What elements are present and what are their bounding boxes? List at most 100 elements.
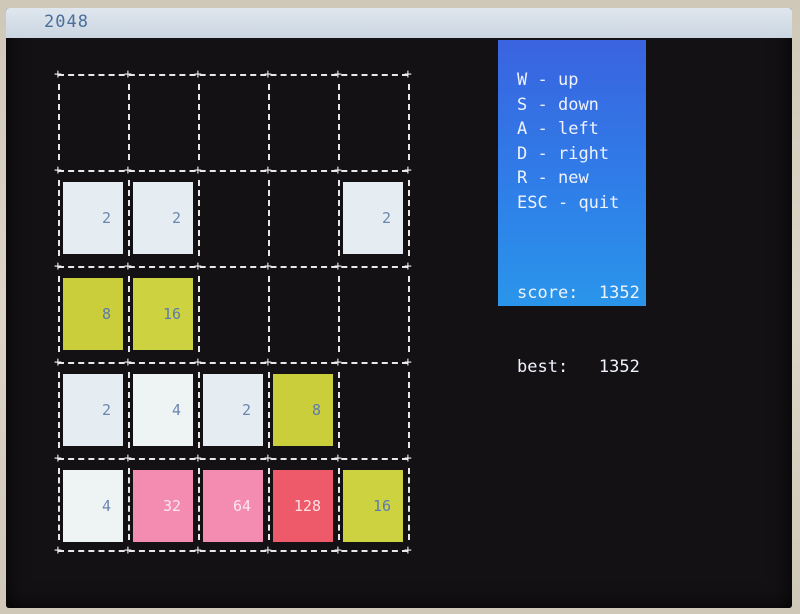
grid-tick: +	[404, 355, 412, 370]
grid-tick: +	[334, 543, 342, 558]
grid-vline	[198, 84, 200, 160]
grid-vline	[408, 276, 410, 352]
score-box: score: 1352 best: 1352	[517, 232, 640, 428]
grid-vline	[128, 276, 130, 352]
grid-vline	[408, 372, 410, 448]
grid-tick: +	[264, 163, 272, 178]
grid-vline	[268, 468, 270, 540]
score-row: score: 1352	[517, 281, 640, 306]
grid-tick: +	[54, 163, 62, 178]
tile: 32	[133, 470, 193, 542]
control-row-right: D - right	[517, 142, 619, 167]
grid-hline	[58, 362, 408, 364]
control-row-down: S - down	[517, 93, 619, 118]
control-action: quit	[578, 192, 620, 213]
grid-tick: +	[124, 543, 132, 558]
control-row-new: R - new	[517, 166, 619, 191]
tile: 2	[343, 182, 403, 254]
grid-tick: +	[124, 451, 132, 466]
score-value: 1352	[598, 283, 640, 303]
grid-tick: +	[124, 67, 132, 82]
grid-vline	[128, 468, 130, 540]
grid-vline	[338, 372, 340, 448]
grid-tick: +	[334, 259, 342, 274]
grid-tick: +	[54, 451, 62, 466]
title-bar: 2048	[6, 8, 792, 38]
grid-tick: +	[404, 259, 412, 274]
tile: 2	[63, 182, 123, 254]
grid-tick: +	[54, 355, 62, 370]
control-row-quit: ESC - quit	[517, 191, 619, 216]
grid-vline	[128, 372, 130, 448]
grid-tick: +	[124, 259, 132, 274]
grid-tick: +	[194, 163, 202, 178]
control-key: A	[517, 119, 528, 139]
tile: 8	[63, 278, 123, 350]
grid-tick: +	[54, 259, 62, 274]
grid-tick: +	[194, 355, 202, 370]
grid-tick: +	[194, 67, 202, 82]
control-row-up: W - up	[517, 68, 619, 93]
control-key: S	[517, 94, 528, 115]
grid-hline	[58, 170, 408, 172]
grid-vline	[128, 84, 130, 160]
grid-vline	[198, 276, 200, 352]
control-separator: -	[527, 94, 558, 115]
grid-vline	[268, 372, 270, 448]
grid-vline	[198, 372, 200, 448]
control-key: R	[517, 168, 528, 188]
tile: 4	[63, 470, 123, 542]
control-key: W	[517, 70, 528, 90]
control-key: ESC	[517, 192, 548, 213]
grid-hline	[58, 266, 408, 268]
window-title: 2048	[44, 12, 89, 32]
grid-vline	[408, 468, 410, 540]
grid-tick: +	[54, 67, 62, 82]
grid-vline	[268, 180, 270, 256]
grid-tick: +	[334, 355, 342, 370]
grid-tick: +	[264, 67, 272, 82]
control-separator: -	[527, 70, 558, 90]
grid-tick: +	[124, 163, 132, 178]
grid-vline	[58, 372, 60, 448]
grid-vline	[338, 180, 340, 256]
grid-vline	[408, 84, 410, 160]
grid-tick: +	[194, 451, 202, 466]
grid-tick: +	[404, 67, 412, 82]
control-action: up	[557, 70, 579, 90]
score-label: score:	[517, 283, 579, 303]
control-action: right	[557, 143, 610, 164]
grid-tick: +	[264, 451, 272, 466]
grid-tick: +	[194, 259, 202, 274]
grid-tick: +	[264, 259, 272, 274]
grid-tick: +	[334, 67, 342, 82]
grid-tick: +	[54, 543, 62, 558]
game-screen: 2048 + + + + + + + + + + + + + + + + + + + + + + + + + + + + + + + + + + +…	[6, 8, 792, 608]
game-board: + + + + + + + + + + + + + + + + + + + + + + + + + + + + + + + + + + + +2 2 2 8…	[50, 64, 418, 564]
tile: 128	[273, 470, 333, 542]
control-separator: -	[527, 168, 558, 188]
grid-vline	[268, 276, 270, 352]
control-action: left	[557, 119, 599, 139]
grid-vline	[198, 468, 200, 540]
tile: 64	[203, 470, 263, 542]
grid-hline	[58, 550, 408, 552]
grid-tick: +	[404, 163, 412, 178]
grid-vline	[198, 180, 200, 256]
control-separator: -	[527, 143, 558, 164]
grid-vline	[338, 276, 340, 352]
grid-vline	[338, 84, 340, 160]
best-label: best:	[517, 356, 569, 377]
grid-tick: +	[404, 543, 412, 558]
grid-tick: +	[264, 355, 272, 370]
tile: 16	[133, 278, 193, 350]
control-separator: -	[547, 192, 579, 213]
grid-tick: +	[334, 163, 342, 178]
grid-vline	[128, 180, 130, 256]
info-panel: W - up S - down A - left D - right R - new ES…	[498, 40, 646, 377]
grid-tick: +	[124, 355, 132, 370]
grid-hline	[58, 458, 408, 460]
controls-list: W - up S - down A - left D - right R - new ES…	[517, 68, 619, 215]
grid-tick: +	[264, 543, 272, 558]
grid-vline	[58, 276, 60, 352]
